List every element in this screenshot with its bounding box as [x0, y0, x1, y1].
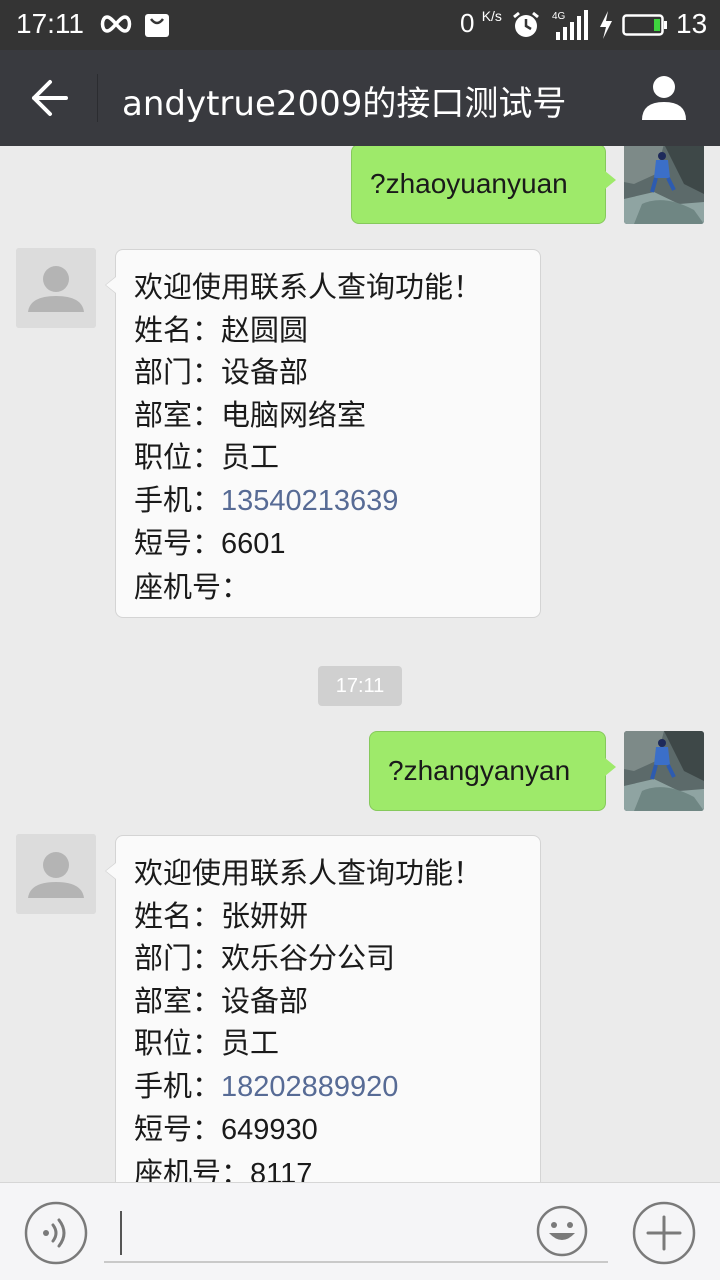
outgoing-message[interactable]: ?zhangyanyan — [369, 731, 616, 811]
outgoing-message-text: ?zhangyanyan — [388, 755, 571, 786]
message-line: 手机：18202889920 — [134, 1068, 399, 1103]
message-input[interactable] — [104, 1203, 608, 1263]
input-bar — [0, 1182, 720, 1280]
bag-icon — [145, 14, 169, 37]
back-button[interactable] — [20, 72, 78, 124]
outgoing-message-text: ?zhaoyuanyuan — [370, 168, 568, 199]
message-line: 部室：电脑网络室 — [134, 397, 367, 432]
voice-button[interactable] — [24, 1201, 88, 1265]
message-line: 部门：欢乐谷分公司 — [134, 941, 396, 975]
message-line: 姓名：赵圆圆 — [134, 312, 309, 347]
svg-text:4G: 4G — [552, 11, 566, 22]
phone-link[interactable]: 13540213639 — [221, 485, 398, 517]
more-button[interactable] — [632, 1201, 696, 1265]
header-divider — [97, 74, 98, 122]
message-line: 座机号：8117 — [134, 1155, 313, 1183]
incoming-message[interactable]: 欢迎使用联系人查询功能！ 姓名：张妍妍 部门：欢乐谷分公司 部室：设备部 职位：… — [105, 835, 541, 1183]
message-line: 座机号： — [134, 569, 251, 604]
message-line: 短号：6601 — [134, 526, 286, 560]
infinity-icon — [100, 15, 132, 33]
message-line: 短号：649930 — [134, 1112, 318, 1146]
user-avatar[interactable] — [624, 146, 704, 224]
default-avatar-icon — [16, 834, 96, 914]
text-cursor — [120, 1211, 122, 1255]
bot-avatar[interactable] — [16, 834, 96, 914]
message-line: 部室：设备部 — [134, 983, 309, 1018]
message-line: 部门：设备部 — [134, 355, 309, 389]
incoming-message[interactable]: 欢迎使用联系人查询功能！ 姓名：赵圆圆 部门：设备部 部室：电脑网络室 职位：员… — [105, 249, 541, 618]
battery-icon — [622, 14, 667, 36]
user-avatar[interactable] — [624, 731, 704, 811]
charging-icon — [600, 11, 612, 39]
user-avatar-image — [624, 731, 704, 811]
message-timestamp: 17:11 — [318, 666, 402, 706]
signal-icon: 4G — [552, 10, 588, 40]
alarm-icon — [513, 11, 539, 37]
message-line: 姓名：张妍妍 — [134, 898, 309, 933]
user-avatar-image — [624, 146, 704, 224]
title-bar: andytrue2009的接口测试号 — [0, 50, 720, 146]
back-arrow-icon — [32, 80, 68, 116]
bot-avatar[interactable] — [16, 248, 96, 328]
message-line: 欢迎使用联系人查询功能！ — [134, 856, 483, 890]
message-line: 职位：员工 — [134, 1026, 280, 1060]
outgoing-message[interactable]: ?zhaoyuanyuan — [351, 146, 616, 224]
chat-area[interactable]: ?zhaoyuanyuan 欢迎使用联系人查询功能！ 姓名：赵圆圆 部门：设备部… — [0, 146, 720, 1182]
message-line: 职位：员工 — [134, 440, 280, 474]
profile-button[interactable] — [636, 72, 692, 126]
net-speed: 0 K/s — [460, 8, 502, 38]
chat-title: andytrue2009的接口测试号 — [122, 84, 567, 124]
emoji-button[interactable] — [536, 1205, 588, 1257]
default-avatar-icon — [16, 248, 96, 328]
emoji-icon — [536, 1205, 588, 1257]
message-line: 欢迎使用联系人查询功能！ — [134, 270, 483, 304]
person-icon — [642, 76, 686, 120]
status-time: 17:11 — [16, 8, 84, 39]
status-bar: 17:11 0 K/s 4G 13 — [0, 0, 720, 50]
battery-level: 13 — [676, 8, 708, 39]
voice-icon — [24, 1201, 88, 1265]
plus-icon — [632, 1201, 696, 1265]
message-line: 手机：13540213639 — [134, 482, 399, 517]
phone-link[interactable]: 18202889920 — [221, 1071, 398, 1103]
